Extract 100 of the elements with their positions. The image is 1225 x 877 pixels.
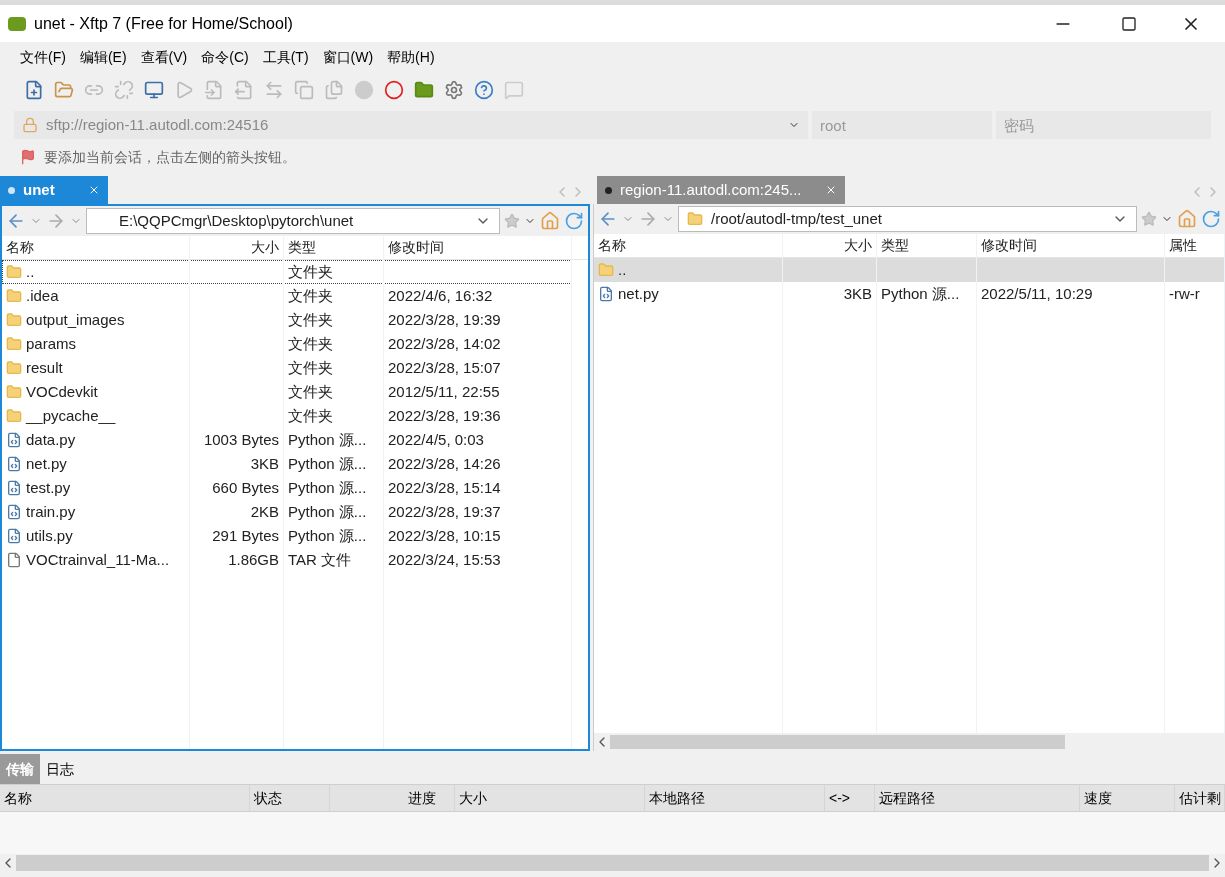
- table-cell-text: 2022/3/24, 15:53: [388, 549, 501, 570]
- chat-icon[interactable]: [504, 80, 524, 100]
- table-cell-text: 2KB: [250, 501, 279, 522]
- table-cell-text: 2022/3/28, 19:39: [388, 309, 501, 330]
- table-cell-text: Python 源...: [288, 453, 367, 474]
- settings-icon[interactable]: [444, 80, 464, 100]
- refresh-icon[interactable]: [1201, 209, 1221, 229]
- hint-text: 要添加当前会话，点击左侧的箭头按钮。: [44, 147, 296, 167]
- table-cell-text: TAR 文件: [288, 549, 352, 570]
- file-right-icon[interactable]: [234, 80, 254, 100]
- horizontal-scrollbar[interactable]: [594, 733, 1225, 751]
- table-cell-text: ..: [618, 259, 627, 280]
- paste-icon[interactable]: [324, 80, 344, 100]
- help-icon[interactable]: [474, 80, 494, 100]
- python-file-icon: [6, 528, 22, 544]
- column-header[interactable]: 修改时间: [981, 235, 1037, 256]
- session-tab[interactable]: unet: [0, 176, 108, 204]
- table-cell-text: 2022/3/28, 14:02: [388, 333, 501, 354]
- menu-item[interactable]: 工具(T): [262, 46, 309, 68]
- table-cell-text: 2022/5/11, 10:29: [981, 283, 1093, 304]
- menu-item[interactable]: 帮助(H): [387, 46, 435, 68]
- column-header[interactable]: 速度: [1084, 787, 1112, 809]
- python-file-icon: [6, 432, 22, 448]
- table-cell-text: Python 源...: [288, 477, 367, 498]
- column-header[interactable]: 名称: [598, 235, 626, 256]
- python-file-icon: [6, 504, 22, 520]
- folder-icon: [6, 312, 22, 328]
- folder-icon: [6, 360, 22, 376]
- table-cell-text: 文件夹: [288, 309, 333, 330]
- bottom-tab[interactable]: 日志: [40, 754, 80, 784]
- folder-icon: [6, 336, 22, 352]
- menu-item[interactable]: 查看(V): [140, 46, 188, 68]
- path-field[interactable]: E:\QQPCmgr\Desktop\pytorch\unet: [86, 208, 500, 234]
- table-cell-text: result: [26, 357, 63, 378]
- column-header[interactable]: 估计剩: [1179, 787, 1221, 809]
- path-field[interactable]: /root/autodl-tmp/test_unet: [678, 206, 1137, 232]
- username-field[interactable]: root: [812, 111, 992, 139]
- table-cell-text: 660 Bytes: [212, 477, 279, 498]
- column-header[interactable]: <->: [829, 787, 850, 809]
- menu-item[interactable]: 文件(F): [20, 46, 66, 68]
- column-header[interactable]: 名称: [4, 787, 32, 809]
- home-icon[interactable]: [540, 211, 560, 231]
- new-session-icon[interactable]: [24, 80, 44, 100]
- column-header[interactable]: 大小: [844, 235, 872, 256]
- column-header[interactable]: 大小: [251, 237, 279, 258]
- table-cell-text: Python 源...: [881, 283, 960, 304]
- column-header[interactable]: 属性: [1169, 235, 1197, 256]
- file-left-icon[interactable]: [204, 80, 224, 100]
- table-cell-text: 1.86GB: [228, 549, 279, 570]
- menu-item[interactable]: 窗口(W): [322, 46, 374, 68]
- table-cell-text: 2022/3/28, 15:07: [388, 357, 501, 378]
- table-cell-text: ..: [26, 261, 35, 282]
- session-folder-icon[interactable]: [414, 80, 434, 100]
- table-cell-text: VOCtrainval_11-Ma...: [26, 549, 170, 570]
- table-cell-text: 2012/5/11, 22:55: [388, 381, 500, 402]
- maximize-icon[interactable]: [1121, 15, 1137, 32]
- menu-item[interactable]: 编辑(E): [79, 46, 127, 68]
- table-cell-text: train.py: [26, 501, 76, 522]
- folder-icon[interactable]: [54, 80, 74, 100]
- column-header[interactable]: 大小: [459, 787, 487, 809]
- column-header[interactable]: 类型: [288, 237, 316, 258]
- table-cell-text: 2022/4/5, 0:03: [388, 429, 484, 450]
- table-cell-text: 文件夹: [288, 357, 333, 378]
- table-cell-text: 2022/3/28, 19:36: [388, 405, 501, 426]
- column-header[interactable]: 状态: [254, 787, 282, 809]
- column-header[interactable]: 进度: [408, 787, 436, 809]
- python-file-icon: [6, 456, 22, 472]
- python-file-icon: [598, 286, 614, 302]
- star-icon[interactable]: [504, 213, 520, 229]
- column-header[interactable]: 名称: [6, 237, 34, 258]
- password-field[interactable]: 密码: [996, 111, 1211, 139]
- folder-icon: [6, 408, 22, 424]
- table-cell-text: 3KB: [843, 283, 872, 304]
- folder-icon: [598, 262, 614, 278]
- table-cell-text: 文件夹: [288, 285, 333, 306]
- table-cell-text: test.py: [26, 477, 71, 498]
- table-cell-text: 2022/3/28, 15:14: [388, 477, 501, 498]
- table-cell-text: params: [26, 333, 77, 354]
- copy-icon[interactable]: [294, 80, 314, 100]
- table-cell-text: 2022/3/28, 19:37: [388, 501, 501, 522]
- transfer-icon[interactable]: [264, 80, 284, 100]
- column-header[interactable]: 类型: [881, 235, 909, 256]
- star-icon[interactable]: [1141, 211, 1157, 227]
- column-header[interactable]: 远程路径: [879, 787, 935, 809]
- play-icon[interactable]: [174, 80, 194, 100]
- table-cell-text: 文件夹: [288, 405, 333, 426]
- refresh-icon[interactable]: [564, 211, 584, 231]
- flag-icon[interactable]: [20, 149, 36, 165]
- window-title: unet - Xftp 7 (Free for Home/School): [34, 13, 293, 34]
- column-header[interactable]: 修改时间: [388, 237, 444, 258]
- circle-icon[interactable]: [354, 80, 374, 100]
- file-icon: [6, 552, 22, 568]
- table-cell-text: 文件夹: [288, 333, 333, 354]
- table-cell-text: 1003 Bytes: [203, 429, 279, 450]
- column-header[interactable]: 本地路径: [649, 787, 705, 809]
- menu-item[interactable]: 命令(C): [201, 46, 249, 68]
- unlink-icon[interactable]: [114, 80, 134, 100]
- table-cell-text: Python 源...: [288, 429, 367, 450]
- table-cell-text: Python 源...: [288, 501, 367, 522]
- home-icon[interactable]: [1177, 209, 1197, 229]
